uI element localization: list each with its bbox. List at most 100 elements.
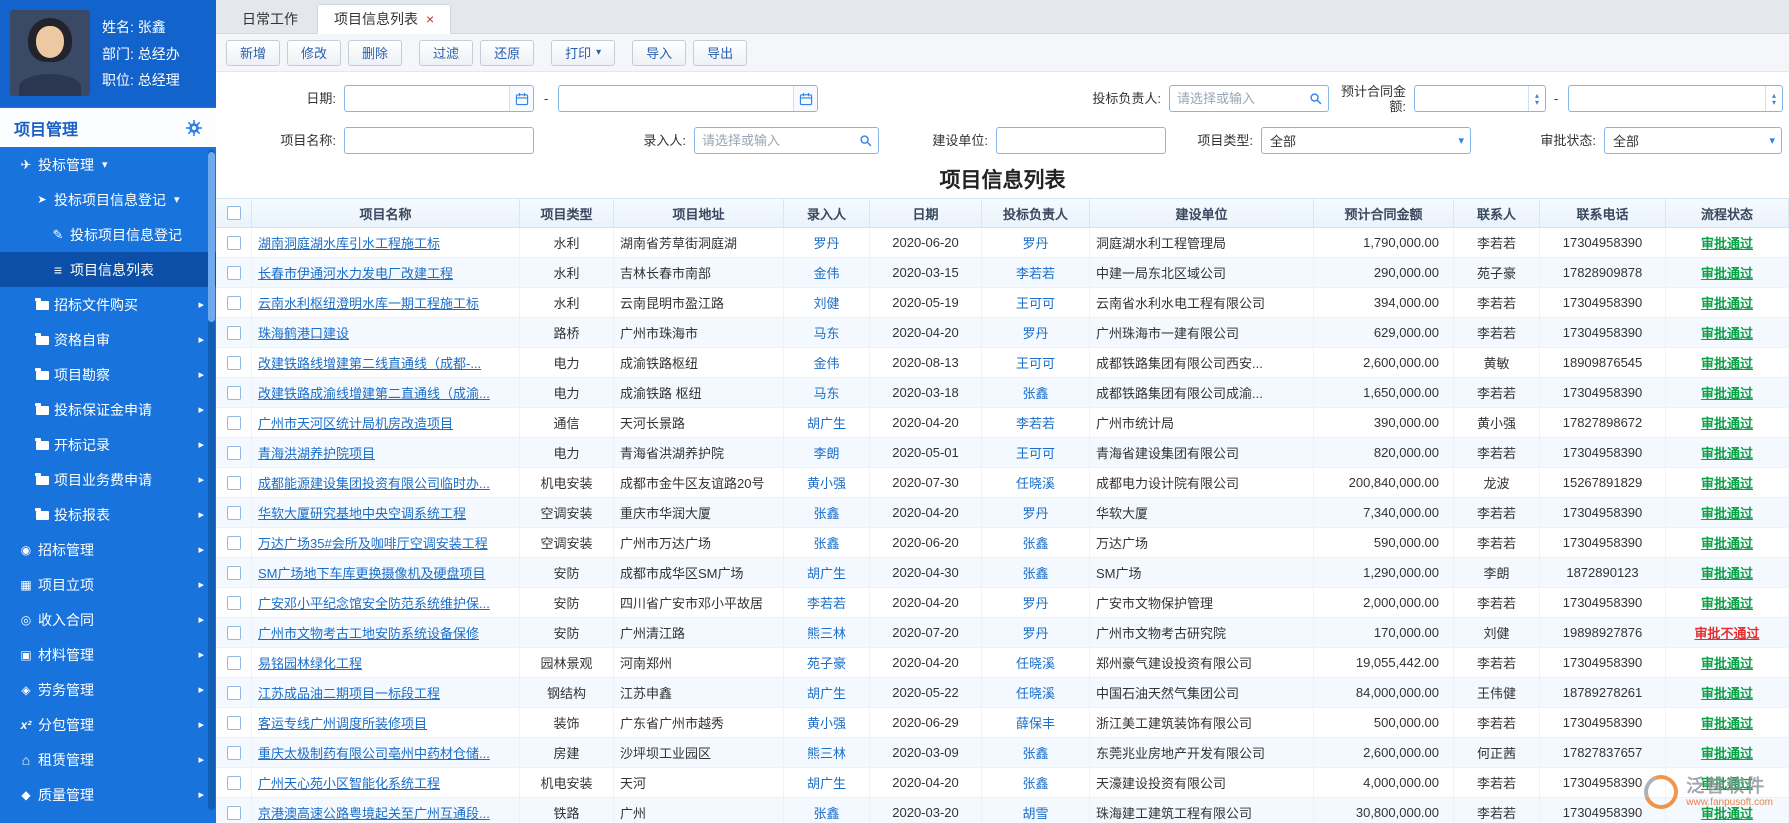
amount-from-field[interactable] [1415, 86, 1528, 111]
status-badge[interactable]: 审批通过 [1701, 233, 1753, 252]
row-checkbox[interactable] [226, 745, 241, 760]
toolbar-button[interactable]: 还原 [480, 39, 535, 66]
entry-person-link[interactable]: 金伟 [813, 353, 839, 372]
row-checkbox[interactable] [226, 595, 241, 610]
entry-person-link[interactable]: 胡广生 [807, 563, 846, 582]
entry-person-link[interactable]: 张鑫 [813, 533, 839, 552]
status-badge[interactable]: 审批通过 [1701, 473, 1753, 492]
table-row[interactable]: 广安邓小平纪念馆安全防范系统维护保... 安防 四川省广安市邓小平故居 李若若 … [216, 588, 1789, 618]
sidebar-menu-item[interactable]: 资格自审 [0, 322, 216, 357]
table-row[interactable]: 改建铁路成渝线增建第二直通线（成渝... 电力 成渝铁路 枢纽 马东 2020-… [216, 378, 1789, 408]
project-name-field[interactable] [345, 128, 533, 153]
project-name-link[interactable]: 广州市天河区统计局机房改造项目 [258, 413, 453, 432]
table-row[interactable]: 长春市伊通河水力发电厂改建工程 水利 吉林长春市南部 金伟 2020-03-15… [216, 258, 1789, 288]
amount-from-input[interactable]: ▴ ▾ [1414, 85, 1546, 112]
project-name-link[interactable]: 长春市伊通河水力发电厂改建工程 [258, 263, 453, 282]
entry-person-link[interactable]: 马东 [813, 383, 839, 402]
table-row[interactable]: 华软大厦研究基地中央空调系统工程 空调安装 重庆市华润大厦 张鑫 2020-04… [216, 498, 1789, 528]
entry-person-link[interactable]: 刘健 [813, 293, 839, 312]
bid-leader-link[interactable]: 薛保丰 [1016, 713, 1055, 732]
row-checkbox[interactable] [226, 805, 241, 820]
col-header-project-name[interactable]: 项目名称 [252, 199, 520, 227]
sidebar-scrollbar[interactable] [208, 150, 215, 810]
status-badge[interactable]: 审批通过 [1701, 653, 1753, 672]
table-row[interactable]: 京港澳高速公路粤境起关至广州互通段... 铁路 广州 张鑫 2020-03-20… [216, 798, 1789, 823]
entry-person-link[interactable]: 胡广生 [807, 413, 846, 432]
settings-gear-icon[interactable] [186, 119, 202, 136]
bid-leader-link[interactable]: 李若若 [1016, 263, 1055, 282]
project-name-link[interactable]: 易铭园林绿化工程 [258, 653, 362, 672]
bid-leader-link[interactable]: 胡雪 [1022, 803, 1048, 822]
status-badge[interactable]: 审批通过 [1701, 803, 1753, 822]
status-badge[interactable]: 审批通过 [1701, 683, 1753, 702]
toolbar-button[interactable]: 导入 [632, 39, 687, 66]
entry-person-field[interactable] [695, 128, 854, 153]
search-icon[interactable] [854, 128, 878, 153]
bid-leader-link[interactable]: 王可可 [1016, 443, 1055, 462]
status-badge[interactable]: 审批通过 [1701, 743, 1753, 762]
project-name-link[interactable]: 广州市文物考古工地安防系统设备保修 [258, 623, 479, 642]
sidebar-menu-item[interactable]: 项目立项 [0, 567, 216, 602]
entry-person-link[interactable]: 马东 [813, 323, 839, 342]
toolbar-button[interactable]: 导出 [693, 39, 748, 66]
project-name-link[interactable]: 成都能源建设集团投资有限公司临时办... [258, 473, 490, 492]
status-badge[interactable]: 审批通过 [1701, 293, 1753, 312]
col-header-build-unit[interactable]: 建设单位 [1090, 199, 1314, 227]
toolbar-button[interactable]: 修改 [287, 39, 342, 66]
bid-leader-link[interactable]: 任晓溪 [1016, 683, 1055, 702]
sidebar-menu-item[interactable]: 投标项目信息登记 [0, 182, 216, 217]
sidebar-menu-item[interactable]: 投标报表 [0, 497, 216, 532]
row-checkbox[interactable] [226, 565, 241, 580]
row-checkbox[interactable] [226, 295, 241, 310]
bid-leader-link[interactable]: 罗丹 [1022, 233, 1048, 252]
table-row[interactable]: 云南水利枢纽澄明水库一期工程施工标 水利 云南昆明市盈江路 刘健 2020-05… [216, 288, 1789, 318]
col-header-project-type[interactable]: 项目类型 [520, 199, 614, 227]
row-checkbox[interactable] [226, 475, 241, 490]
tab-daily-work[interactable]: 日常工作 [226, 4, 314, 33]
entry-person-link[interactable]: 张鑫 [813, 803, 839, 822]
entry-person-link[interactable]: 李若若 [807, 593, 846, 612]
status-badge[interactable]: 审批通过 [1701, 533, 1753, 552]
approval-status-select[interactable]: 全部 ▾ [1604, 127, 1782, 154]
amount-to-input[interactable]: ▴ ▾ [1568, 85, 1783, 112]
sidebar-menu-item[interactable]: 劳务管理 [0, 672, 216, 707]
sidebar-menu-item[interactable]: 租赁管理 [0, 742, 216, 777]
entry-person-link[interactable]: 胡广生 [807, 773, 846, 792]
bid-leader-link[interactable]: 张鑫 [1022, 383, 1048, 402]
status-badge[interactable]: 审批通过 [1701, 323, 1753, 342]
bid-leader-link[interactable]: 任晓溪 [1016, 473, 1055, 492]
col-header-bid-leader[interactable]: 投标负责人 [982, 199, 1090, 227]
col-header-flow-status[interactable]: 流程状态 [1666, 199, 1789, 227]
project-name-link[interactable]: 湖南洞庭湖水库引水工程施工标 [258, 233, 440, 252]
bid-leader-link[interactable]: 王可可 [1016, 293, 1055, 312]
calendar-icon[interactable] [509, 86, 533, 111]
project-name-link[interactable]: 万达广场35#会所及咖啡厅空调安装工程 [258, 533, 488, 552]
project-name-link[interactable]: 珠海鹤港口建设 [258, 323, 349, 342]
sidebar-menu-item[interactable]: 开标记录 [0, 427, 216, 462]
table-row[interactable]: 易铭园林绿化工程 园林景观 河南郑州 苑子豪 2020-04-20 任晓溪 郑州… [216, 648, 1789, 678]
bid-leader-link[interactable]: 李若若 [1016, 413, 1055, 432]
table-row[interactable]: 广州市天河区统计局机房改造项目 通信 天河长景路 胡广生 2020-04-20 … [216, 408, 1789, 438]
col-header-phone[interactable]: 联系电话 [1540, 199, 1666, 227]
build-unit-input[interactable] [996, 127, 1166, 154]
bid-leader-link[interactable]: 任晓溪 [1016, 653, 1055, 672]
row-checkbox[interactable] [226, 505, 241, 520]
entry-person-link[interactable]: 黄小强 [807, 473, 846, 492]
status-badge[interactable]: 审批通过 [1701, 593, 1753, 612]
tab-project-info-list[interactable]: 项目信息列表 × [317, 4, 452, 34]
sidebar-menu-item[interactable]: 项目业务费申请 [0, 462, 216, 497]
project-name-link[interactable]: 江苏成品油二期项目一标段工程 [258, 683, 440, 702]
bid-leader-link[interactable]: 张鑫 [1022, 743, 1048, 762]
table-row[interactable]: 重庆太极制药有限公司亳州中药材仓储... 房建 沙坪坝工业园区 熊三林 2020… [216, 738, 1789, 768]
entry-person-link[interactable]: 罗丹 [813, 233, 839, 252]
entry-person-input[interactable] [694, 127, 879, 154]
sidebar-menu-item[interactable]: 投标管理 [0, 147, 216, 182]
bid-leader-link[interactable]: 罗丹 [1022, 623, 1048, 642]
project-name-link[interactable]: 改建铁路线增建第二线直通线（成都-... [258, 353, 481, 372]
entry-person-link[interactable]: 黄小强 [807, 713, 846, 732]
calendar-icon[interactable] [793, 86, 817, 111]
project-name-link[interactable]: 客运专线广州调度所装修项目 [258, 713, 427, 732]
table-row[interactable]: 万达广场35#会所及咖啡厅空调安装工程 空调安装 广州市万达广场 张鑫 2020… [216, 528, 1789, 558]
entry-person-link[interactable]: 李朗 [813, 443, 839, 462]
project-name-link[interactable]: 重庆太极制药有限公司亳州中药材仓储... [258, 743, 490, 762]
